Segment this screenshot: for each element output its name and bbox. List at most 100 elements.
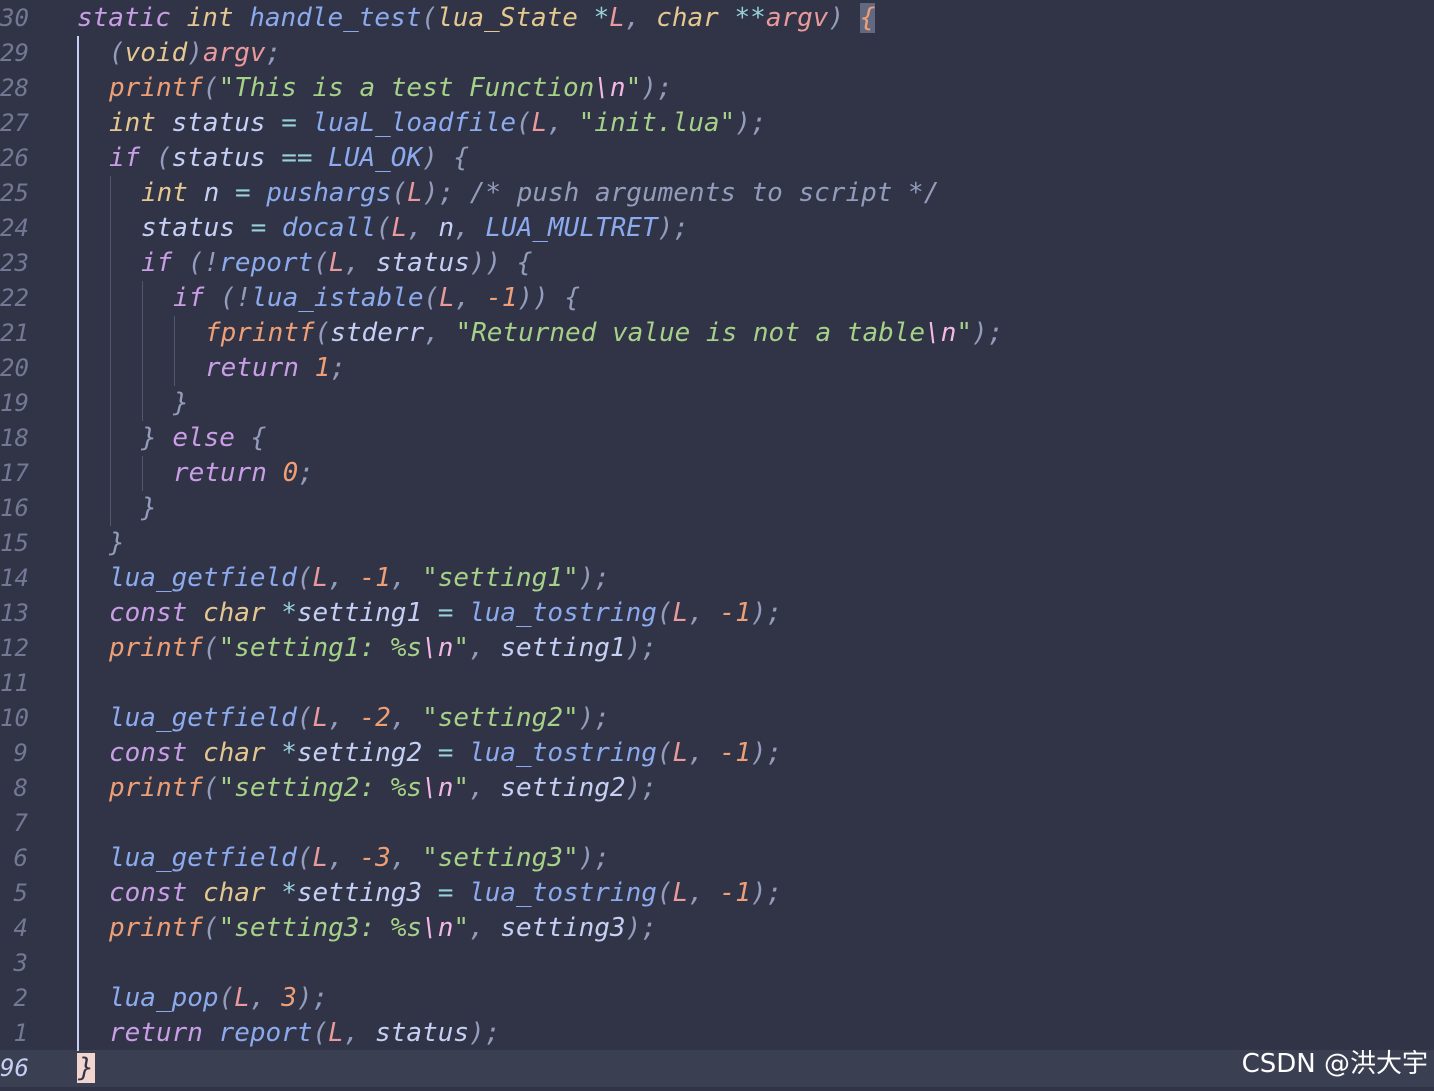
code-line[interactable]: lua_getfield(L, -2, "setting2"); bbox=[109, 701, 610, 736]
token: , bbox=[424, 318, 440, 348]
code-line[interactable]: lua_pop(L, 3); bbox=[109, 981, 328, 1016]
token: lua_istable bbox=[251, 283, 424, 313]
current-line-highlight bbox=[0, 1050, 1434, 1087]
token: ( bbox=[202, 913, 219, 943]
code-line[interactable]: static int handle_test(lua_State *L, cha… bbox=[77, 1, 876, 36]
token: * bbox=[281, 878, 297, 908]
token: ); bbox=[657, 213, 689, 243]
line-number: 16 bbox=[0, 494, 29, 522]
code-line[interactable]: if (!lua_istable(L, -1)) { bbox=[173, 281, 580, 316]
token: luaL_loadfile bbox=[312, 108, 517, 138]
token: status bbox=[375, 248, 470, 278]
code-line[interactable]: int n = pushargs(L); /* push arguments t… bbox=[141, 176, 939, 211]
line-number: 29 bbox=[0, 39, 29, 67]
token: printf bbox=[109, 913, 203, 943]
code-line[interactable]: if (!report(L, status)) { bbox=[141, 246, 532, 281]
code-line[interactable]: printf("setting2: %s\n", setting2); bbox=[109, 771, 657, 806]
token: ( bbox=[296, 563, 313, 593]
token: * bbox=[593, 3, 610, 33]
token: else bbox=[172, 423, 235, 453]
active-indent-guide bbox=[77, 36, 79, 1051]
line-number: 12 bbox=[0, 634, 29, 662]
line-number: 24 bbox=[0, 214, 29, 242]
code-line[interactable]: printf("setting1: %s\n", setting1); bbox=[109, 631, 657, 666]
token: printf bbox=[109, 633, 203, 663]
token: \n bbox=[925, 318, 957, 348]
line-number: 22 bbox=[0, 284, 29, 312]
text-cursor: } bbox=[77, 1053, 95, 1083]
token: , bbox=[454, 283, 471, 313]
token: static bbox=[77, 3, 171, 33]
line-number: 5 bbox=[13, 879, 28, 907]
token: , bbox=[328, 563, 344, 593]
code-line[interactable]: } bbox=[109, 526, 125, 561]
token: ( bbox=[296, 843, 313, 873]
token: , bbox=[390, 703, 407, 733]
token: \n bbox=[422, 633, 454, 663]
code-line[interactable]: status = docall(L, n, LUA_MULTRET); bbox=[141, 211, 689, 246]
token: status bbox=[141, 213, 235, 243]
token: * bbox=[281, 738, 297, 768]
code-line[interactable]: return report(L, status); bbox=[109, 1016, 500, 1051]
line-number: 20 bbox=[0, 354, 29, 382]
code-line[interactable]: const char *setting2 = lua_tostring(L, -… bbox=[109, 736, 782, 771]
line-number: 13 bbox=[0, 599, 29, 627]
token: , bbox=[469, 913, 485, 943]
token: setting3 bbox=[296, 878, 423, 908]
token: ) bbox=[422, 143, 438, 173]
code-line[interactable]: printf("This is a test Function\n"); bbox=[109, 71, 673, 106]
code-line[interactable]: const char *setting1 = lua_tostring(L, -… bbox=[109, 596, 782, 631]
token: , bbox=[454, 213, 470, 243]
token: setting2 bbox=[500, 773, 626, 803]
token: = bbox=[234, 178, 251, 208]
code-line[interactable]: int status = luaL_loadfile(L, "init.lua"… bbox=[109, 106, 767, 141]
indent-guide bbox=[142, 456, 143, 491]
token: printf bbox=[109, 773, 203, 803]
line-number: 23 bbox=[0, 249, 29, 277]
token: "This is a test Function bbox=[218, 73, 595, 103]
line-number: 4 bbox=[13, 914, 28, 942]
line-number: 3 bbox=[13, 949, 28, 977]
token: report bbox=[218, 1018, 313, 1048]
token: ); bbox=[578, 703, 610, 733]
code-line[interactable]: } bbox=[173, 386, 189, 421]
token: ) bbox=[187, 38, 203, 68]
token: L bbox=[312, 843, 329, 873]
token: L bbox=[328, 248, 345, 278]
watermark: CSDN @洪大宇 bbox=[1241, 1049, 1428, 1079]
code-line[interactable]: } else { bbox=[141, 421, 266, 456]
token: ( bbox=[218, 983, 235, 1013]
token: ); bbox=[422, 178, 455, 208]
line-number: 27 bbox=[0, 109, 29, 137]
token: , bbox=[688, 738, 704, 768]
token: ( bbox=[313, 248, 329, 278]
code-line-current[interactable]: } bbox=[77, 1051, 95, 1086]
token: setting3 bbox=[500, 913, 626, 943]
code-line[interactable]: if (status == LUA_OK) { bbox=[109, 141, 469, 176]
code-line[interactable]: lua_getfield(L, -1, "setting1"); bbox=[109, 561, 610, 596]
code-line[interactable]: printf("setting3: %s\n", setting3); bbox=[109, 911, 657, 946]
current-line-number: 96 bbox=[0, 1054, 29, 1082]
token: ); bbox=[625, 633, 657, 663]
code-line[interactable]: lua_getfield(L, -3, "setting3"); bbox=[109, 841, 610, 876]
line-number: 25 bbox=[0, 179, 29, 207]
token: status bbox=[375, 1018, 470, 1048]
token: ( bbox=[421, 3, 438, 33]
token: * bbox=[281, 598, 297, 628]
code-editor[interactable]: 30 29 28 27 26 25 24 23 22 21 20 19 18 1… bbox=[0, 0, 1434, 1091]
code-line[interactable]: (void)argv; bbox=[109, 36, 281, 71]
token: handle_test bbox=[249, 3, 422, 33]
code-line[interactable]: } bbox=[141, 491, 157, 526]
token: -1 bbox=[359, 563, 391, 593]
token: -2 bbox=[359, 703, 391, 733]
token: 0 bbox=[282, 458, 299, 488]
token: setting1 bbox=[296, 598, 423, 628]
code-line[interactable]: const char *setting3 = lua_tostring(L, -… bbox=[109, 876, 782, 911]
line-number: 11 bbox=[0, 669, 29, 697]
token: ); bbox=[750, 738, 783, 768]
token: return bbox=[205, 353, 299, 383]
code-line[interactable]: fprintf(stderr, "Returned value is not a… bbox=[205, 316, 1003, 351]
code-line[interactable]: return 0; bbox=[173, 456, 314, 491]
code-line[interactable]: return 1; bbox=[205, 351, 346, 386]
token: L bbox=[531, 108, 548, 138]
